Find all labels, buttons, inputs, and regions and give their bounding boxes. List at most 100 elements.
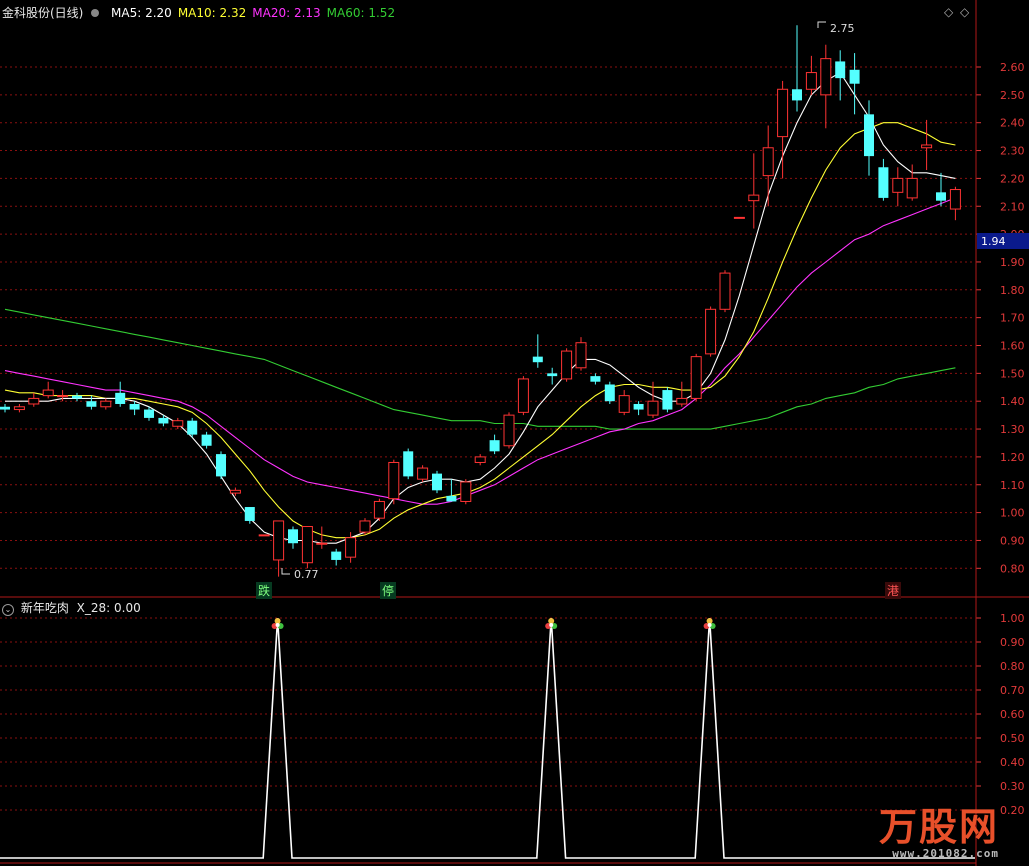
ma-legend-label: MA5: — [111, 6, 142, 20]
ma-legend-item: MA5: 2.20 — [111, 6, 172, 20]
candle-body — [633, 403, 644, 410]
candle — [805, 55, 817, 95]
candle-body — [115, 392, 126, 404]
candle-body — [474, 456, 486, 463]
candle-body — [878, 167, 889, 198]
candle — [187, 417, 198, 438]
low-annotation: 0.77 — [281, 568, 319, 581]
candle-body — [849, 69, 860, 84]
candle — [100, 398, 112, 410]
y-tick-label: 1.10 — [1000, 479, 1025, 492]
candle-body — [72, 395, 82, 399]
y-tick-label: 2.60 — [1000, 61, 1025, 74]
y-tick-label: 1.50 — [1000, 367, 1025, 380]
candle-body — [244, 507, 255, 521]
candle-body — [172, 420, 184, 427]
y-tick-label: 1.30 — [1000, 423, 1025, 436]
candle-body — [921, 144, 933, 149]
candle — [633, 401, 644, 416]
sub-y-tick-label: 0.20 — [1000, 804, 1025, 817]
y-tick-label: 1.00 — [1000, 507, 1025, 520]
main-header: 金科股份(日线) MA5: 2.20 MA10: 2.32 MA20: 2.13 MA… — [2, 4, 395, 21]
candle-body — [949, 189, 961, 210]
ma10-line — [4, 122, 956, 539]
sub-y-tick-label: 1.00 — [1000, 612, 1025, 625]
candle — [13, 403, 25, 413]
candle — [604, 381, 615, 404]
ma-legend-item: MA20: 2.13 — [252, 6, 320, 20]
ma-legend-value: 2.32 — [215, 6, 247, 20]
y-tick-label: 1.90 — [1000, 256, 1025, 269]
candle-body — [100, 400, 112, 408]
candle — [792, 25, 802, 112]
candle-body — [733, 216, 745, 219]
candle-body — [676, 397, 688, 405]
y-tick-label: 1.20 — [1000, 451, 1025, 464]
candle-body — [187, 420, 198, 435]
candle-body — [575, 342, 587, 369]
sub-collapse-icon[interactable]: ⌄ — [2, 604, 14, 616]
candle-body — [28, 397, 40, 405]
candle-body — [403, 451, 414, 477]
candle — [547, 367, 558, 385]
candle-body — [373, 500, 385, 519]
candle-body — [777, 88, 789, 138]
peak-dot-white — [549, 623, 554, 627]
collapse-dot-icon[interactable] — [91, 9, 100, 17]
candle — [388, 459, 400, 505]
ma-legend-label: MA60: — [326, 6, 365, 20]
diamond-icon[interactable]: ◇ — [944, 5, 954, 19]
watermark-url: www.201082.com — [892, 847, 999, 860]
ma-legend-item: MA60: 1.52 — [327, 6, 395, 20]
y-tick-label: 1.40 — [1000, 395, 1025, 408]
candle-body — [820, 58, 832, 96]
candle-body — [229, 489, 241, 494]
candle-body — [86, 401, 97, 407]
candle-body — [316, 542, 328, 545]
candle-body — [13, 406, 25, 411]
candle-body — [547, 373, 558, 377]
candle — [503, 412, 515, 449]
candle-body — [0, 406, 10, 410]
candle-body — [835, 61, 846, 79]
candle — [921, 119, 933, 171]
candle-body — [144, 409, 154, 418]
candle — [489, 434, 500, 455]
high-annotation-text: 2.75 — [830, 22, 855, 35]
candle — [762, 125, 774, 207]
candle-body — [503, 414, 515, 447]
candle-body — [892, 177, 904, 193]
peak-dot-white — [707, 623, 712, 627]
ma5-line — [5, 71, 956, 544]
candle — [258, 534, 270, 537]
marker-die: 跌 — [256, 582, 273, 599]
y-tick-label: 1.60 — [1000, 340, 1025, 353]
candle — [705, 306, 717, 357]
candle-body — [201, 434, 212, 446]
candle — [229, 487, 241, 496]
sub-y-tick-label: 0.40 — [1000, 756, 1025, 769]
candle-body — [590, 376, 601, 382]
candle-body — [42, 389, 54, 397]
candle-body — [864, 114, 874, 157]
y-tick-label: 1.80 — [1000, 284, 1025, 297]
candle-body — [258, 534, 270, 537]
candlestick-series — [0, 25, 961, 577]
ma-legend-label: MA20: — [252, 6, 291, 20]
candle-body — [158, 417, 169, 424]
candle — [28, 392, 40, 407]
candle — [517, 376, 529, 416]
settings-icon[interactable]: ◇ — [960, 5, 970, 19]
candle — [936, 172, 946, 207]
candle — [878, 158, 889, 201]
candle — [0, 403, 10, 413]
sub-y-tick-label: 0.50 — [1000, 732, 1025, 745]
candle — [115, 381, 126, 407]
candle — [532, 334, 543, 368]
ma-legend: MA5: 2.20 MA10: 2.32 MA20: 2.13 MA60: 1.52 — [105, 6, 395, 20]
candle-body — [288, 529, 298, 544]
sub-header: ⌄ 新年吃肉 X_28: 0.00 — [2, 599, 141, 616]
indicator-title: 新年吃肉 — [20, 601, 69, 615]
candle-body — [762, 147, 774, 177]
sub-y-tick-label: 0.30 — [1000, 780, 1025, 793]
